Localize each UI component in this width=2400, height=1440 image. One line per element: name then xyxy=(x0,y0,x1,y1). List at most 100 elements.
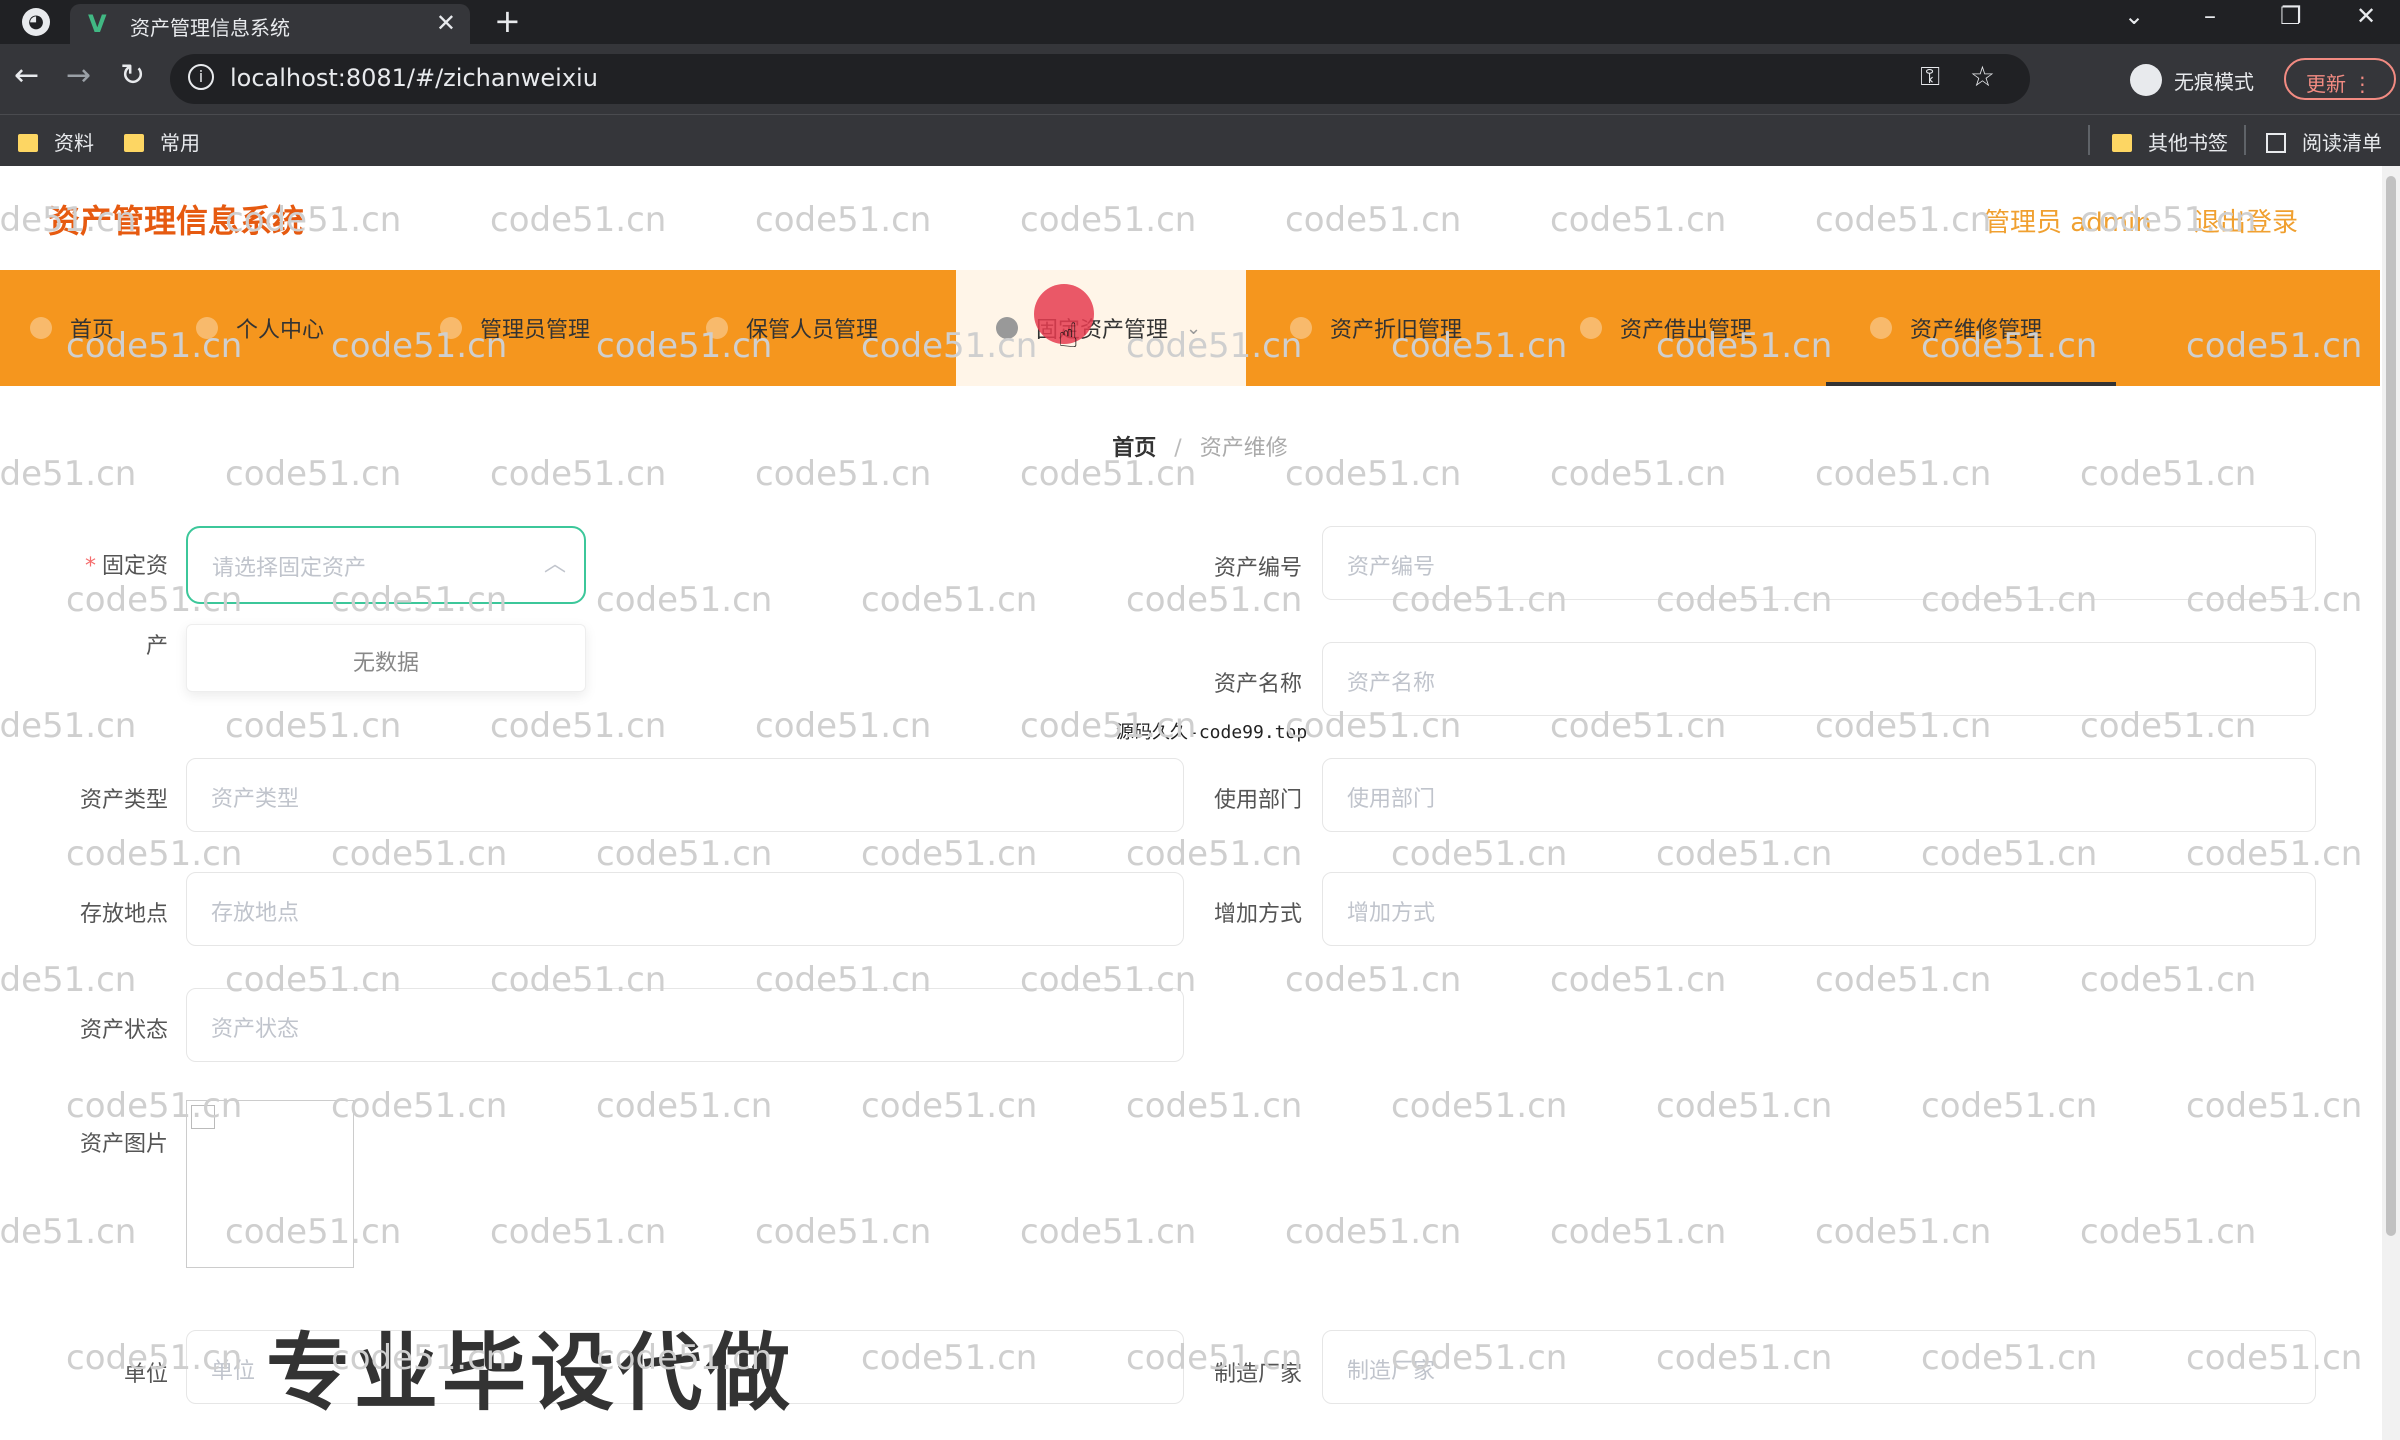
reload-icon[interactable]: ↻ xyxy=(120,58,145,93)
asset-name-input[interactable]: 资产名称 xyxy=(1322,642,2316,716)
browser-toolbar: ← → ↻ i localhost:8081/#/zichanweixiu ⚿ … xyxy=(0,44,2400,114)
watermark-text: code51.cn xyxy=(1126,580,1303,620)
nav-item-fixed-asset[interactable]: 固定资产管理 ⌄ xyxy=(956,270,1246,386)
nav-item-repair[interactable]: 资产维修管理 xyxy=(1870,270,2042,386)
upload-checkbox[interactable] xyxy=(191,1105,215,1129)
info-icon[interactable]: i xyxy=(188,64,214,90)
restore-icon[interactable]: ❐ xyxy=(2280,2,2302,30)
bookmark-separator xyxy=(2244,125,2246,155)
chart-icon xyxy=(1290,317,1312,339)
watermark-text: code51.cn xyxy=(861,580,1038,620)
tab-title: 资产管理信息系统 xyxy=(130,16,290,40)
watermark-text: code51.cn xyxy=(1815,960,1992,1000)
watermark-text: code51.cn xyxy=(1285,1212,1462,1252)
back-icon[interactable]: ← xyxy=(14,58,39,93)
reading-list[interactable]: 阅读清单 xyxy=(2266,127,2382,156)
hand-cursor-icon: ☝ xyxy=(1058,316,1079,356)
new-tab-icon[interactable]: + xyxy=(494,2,521,40)
watermark-text: code51.cn xyxy=(490,1212,667,1252)
logout-link[interactable]: 退出登录 xyxy=(2194,202,2298,239)
key-icon[interactable]: ⚿ xyxy=(1920,62,1940,93)
add-method-input[interactable]: 增加方式 xyxy=(1322,872,2316,946)
nav-item-custodian[interactable]: 保管人员管理 xyxy=(706,270,878,386)
browser-tab[interactable]: V 资产管理信息系统 ✕ xyxy=(70,4,470,44)
status-input[interactable]: 资产状态 xyxy=(186,988,1184,1062)
manufacturer-placeholder: 制造厂家 xyxy=(1347,1359,1436,1384)
address-bar[interactable]: i localhost:8081/#/zichanweixiu ⚿ ☆ xyxy=(170,54,2030,104)
nav-item-admin[interactable]: 管理员管理 xyxy=(440,270,590,386)
nav-item-depreciation[interactable]: 资产折旧管理 xyxy=(1290,270,1462,386)
watermark-text: code51.cn xyxy=(861,1086,1038,1126)
folder-icon xyxy=(18,134,38,152)
watermark-text: code51.cn xyxy=(861,834,1038,874)
scrollbar-thumb[interactable] xyxy=(2386,176,2396,1236)
asset-no-input[interactable]: 资产编号 xyxy=(1322,526,2316,600)
page-scrollbar[interactable] xyxy=(2382,166,2400,1440)
fixed-asset-label: * 固定资 xyxy=(84,554,168,579)
asset-name-label: 资产名称 xyxy=(1213,672,1302,697)
folder-icon xyxy=(2112,134,2132,152)
watermark-text: code51.cn xyxy=(0,960,137,1000)
nav-item-lending[interactable]: 资产借出管理 xyxy=(1580,270,1752,386)
asset-no-label: 资产编号 xyxy=(1213,556,1302,581)
breadcrumb-home[interactable]: 首页 xyxy=(1112,436,1156,461)
department-placeholder: 使用部门 xyxy=(1347,787,1436,812)
watermark-text: code51.cn xyxy=(490,706,667,746)
tab-search-icon[interactable]: ⌄ xyxy=(2124,2,2144,30)
department-label: 使用部门 xyxy=(1213,788,1302,813)
status-placeholder: 资产状态 xyxy=(211,1017,300,1042)
wrench-icon xyxy=(1870,317,1892,339)
incognito-label: 无痕模式 xyxy=(2174,70,2254,94)
browser-menu-icon[interactable]: ◕ xyxy=(22,8,50,36)
department-input[interactable]: 使用部门 xyxy=(1322,758,2316,832)
watermark-text: code51.cn xyxy=(1391,834,1568,874)
unit-placeholder: 单位 xyxy=(211,1359,256,1384)
bookmark-folder-ziliao[interactable]: 资料 xyxy=(18,127,94,156)
minimize-icon[interactable]: – xyxy=(2204,2,2216,30)
bookmark-folder-changyong[interactable]: 常用 xyxy=(124,127,200,156)
watermark-text: code51.cn xyxy=(1126,1086,1303,1126)
asset-type-label: 资产类型 xyxy=(79,788,168,813)
asset-icon xyxy=(996,317,1018,339)
image-label: 资产图片 xyxy=(79,1132,168,1157)
manufacturer-input[interactable]: 制造厂家 xyxy=(1322,1330,2316,1404)
promo-banner-text: 专业毕设代做 xyxy=(266,1324,795,1422)
watermark-text: code51.cn xyxy=(1550,1212,1727,1252)
share-icon xyxy=(1580,317,1602,339)
bookmark-separator xyxy=(2088,125,2090,155)
image-upload[interactable] xyxy=(186,1100,354,1268)
close-icon[interactable]: ✕ xyxy=(436,9,456,37)
location-input[interactable]: 存放地点 xyxy=(186,872,1184,946)
watermark-text: code51.cn xyxy=(596,834,773,874)
star-icon[interactable]: ☆ xyxy=(1970,60,1995,93)
source-watermark-text: 源码久久-code99.top xyxy=(1116,722,1308,743)
watermark-text: code51.cn xyxy=(2186,1086,2363,1126)
nav-item-profile[interactable]: 个人中心 xyxy=(196,270,324,386)
asset-type-input[interactable]: 资产类型 xyxy=(186,758,1184,832)
home-icon xyxy=(30,317,52,339)
bookmark-other[interactable]: 其他书签 xyxy=(2112,127,2228,156)
fixed-asset-select[interactable]: 请选择固定资产 ︿ xyxy=(186,526,586,604)
main-nav: 首页 个人中心 管理员管理 保管人员管理 固定资产管理 ⌄ 资产折旧管理 资产借出… xyxy=(0,270,2380,386)
asset-no-placeholder: 资产编号 xyxy=(1347,555,1436,580)
update-button[interactable]: 更新 ⋮ xyxy=(2284,58,2396,100)
bookmarks-bar: 资料 常用 其他书签 阅读清单 xyxy=(0,114,2400,166)
watermark-text: code51.cn xyxy=(2080,1212,2257,1252)
browser-tabbar: ◕ V 资产管理信息系统 ✕ + ⌄ – ❐ ✕ xyxy=(0,0,2400,44)
forward-icon[interactable]: → xyxy=(66,58,91,93)
window-close-icon[interactable]: ✕ xyxy=(2356,2,2376,30)
url-text[interactable]: localhost:8081/#/zichanweixiu xyxy=(230,64,598,92)
nav-item-home[interactable]: 首页 xyxy=(30,270,114,386)
watermark-text: code51.cn xyxy=(331,834,508,874)
watermark-text: code51.cn xyxy=(1020,1212,1197,1252)
fixed-asset-placeholder: 请选择固定资产 xyxy=(212,556,367,581)
app-header: 资产管理信息系统 管理员 admin 退出登录 xyxy=(0,166,2380,270)
watermark-text: code51.cn xyxy=(1285,960,1462,1000)
incognito-icon[interactable] xyxy=(2130,64,2162,96)
user-label: 管理员 admin xyxy=(1984,208,2152,238)
manufacturer-label: 制造厂家 xyxy=(1213,1362,1302,1387)
watermark-text: code51.cn xyxy=(1126,834,1303,874)
watermark-text: code51.cn xyxy=(2080,960,2257,1000)
watermark-text: code51.cn xyxy=(755,1212,932,1252)
watermark-text: code51.cn xyxy=(1550,960,1727,1000)
